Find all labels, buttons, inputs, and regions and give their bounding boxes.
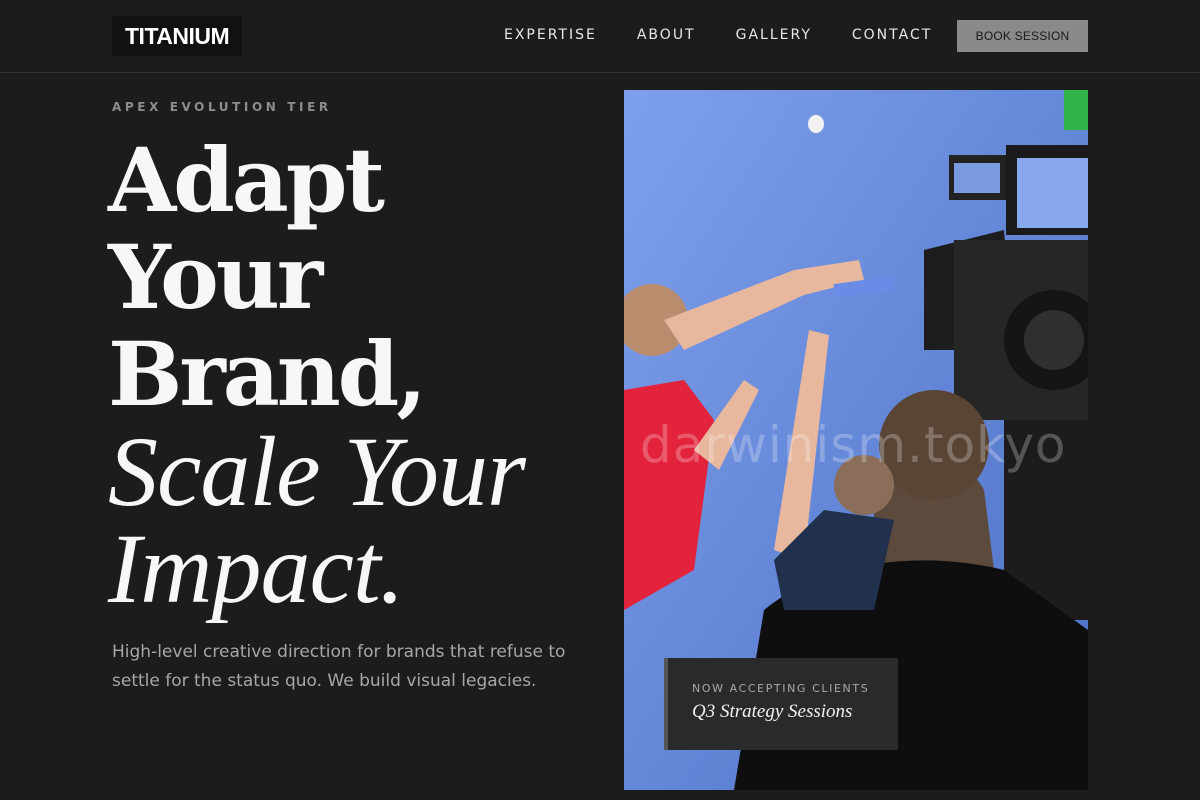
hero-eyebrow: APEX EVOLUTION TIER <box>112 100 332 114</box>
headline-line-5: Impact. <box>108 513 405 624</box>
book-session-button[interactable]: BOOK SESSION <box>957 20 1088 52</box>
nav-link-about[interactable]: ABOUT <box>637 25 696 45</box>
nav-link-expertise[interactable]: EXPERTISE <box>504 25 597 45</box>
availability-card[interactable]: NOW ACCEPTING CLIENTS Q3 Strategy Sessio… <box>664 658 898 750</box>
headline-line-3: Brand, <box>108 322 427 426</box>
availability-label: NOW ACCEPTING CLIENTS <box>692 682 870 695</box>
site-header: TITANIUM EXPERTISE ABOUT GALLERY CONTACT… <box>0 0 1200 73</box>
headline-line-4: Scale Your <box>108 416 526 527</box>
headline-line-1: Adapt <box>108 128 385 232</box>
main-nav: EXPERTISE ABOUT GALLERY CONTACT <box>504 25 972 45</box>
nav-link-contact[interactable]: CONTACT <box>852 25 932 45</box>
hero-headline: Adapt Your Brand, Scale Your Impact. <box>108 128 588 624</box>
brand-logo[interactable]: TITANIUM <box>112 16 243 56</box>
image-watermark: darwinism.tokyo <box>640 416 1067 474</box>
availability-title: Q3 Strategy Sessions <box>692 701 853 722</box>
nav-link-gallery[interactable]: GALLERY <box>736 25 812 45</box>
hero-subtext: High-level creative direction for brands… <box>112 642 566 691</box>
landing-page: TITANIUM EXPERTISE ABOUT GALLERY CONTACT… <box>0 0 1200 800</box>
headline-line-2: Your <box>108 225 323 329</box>
